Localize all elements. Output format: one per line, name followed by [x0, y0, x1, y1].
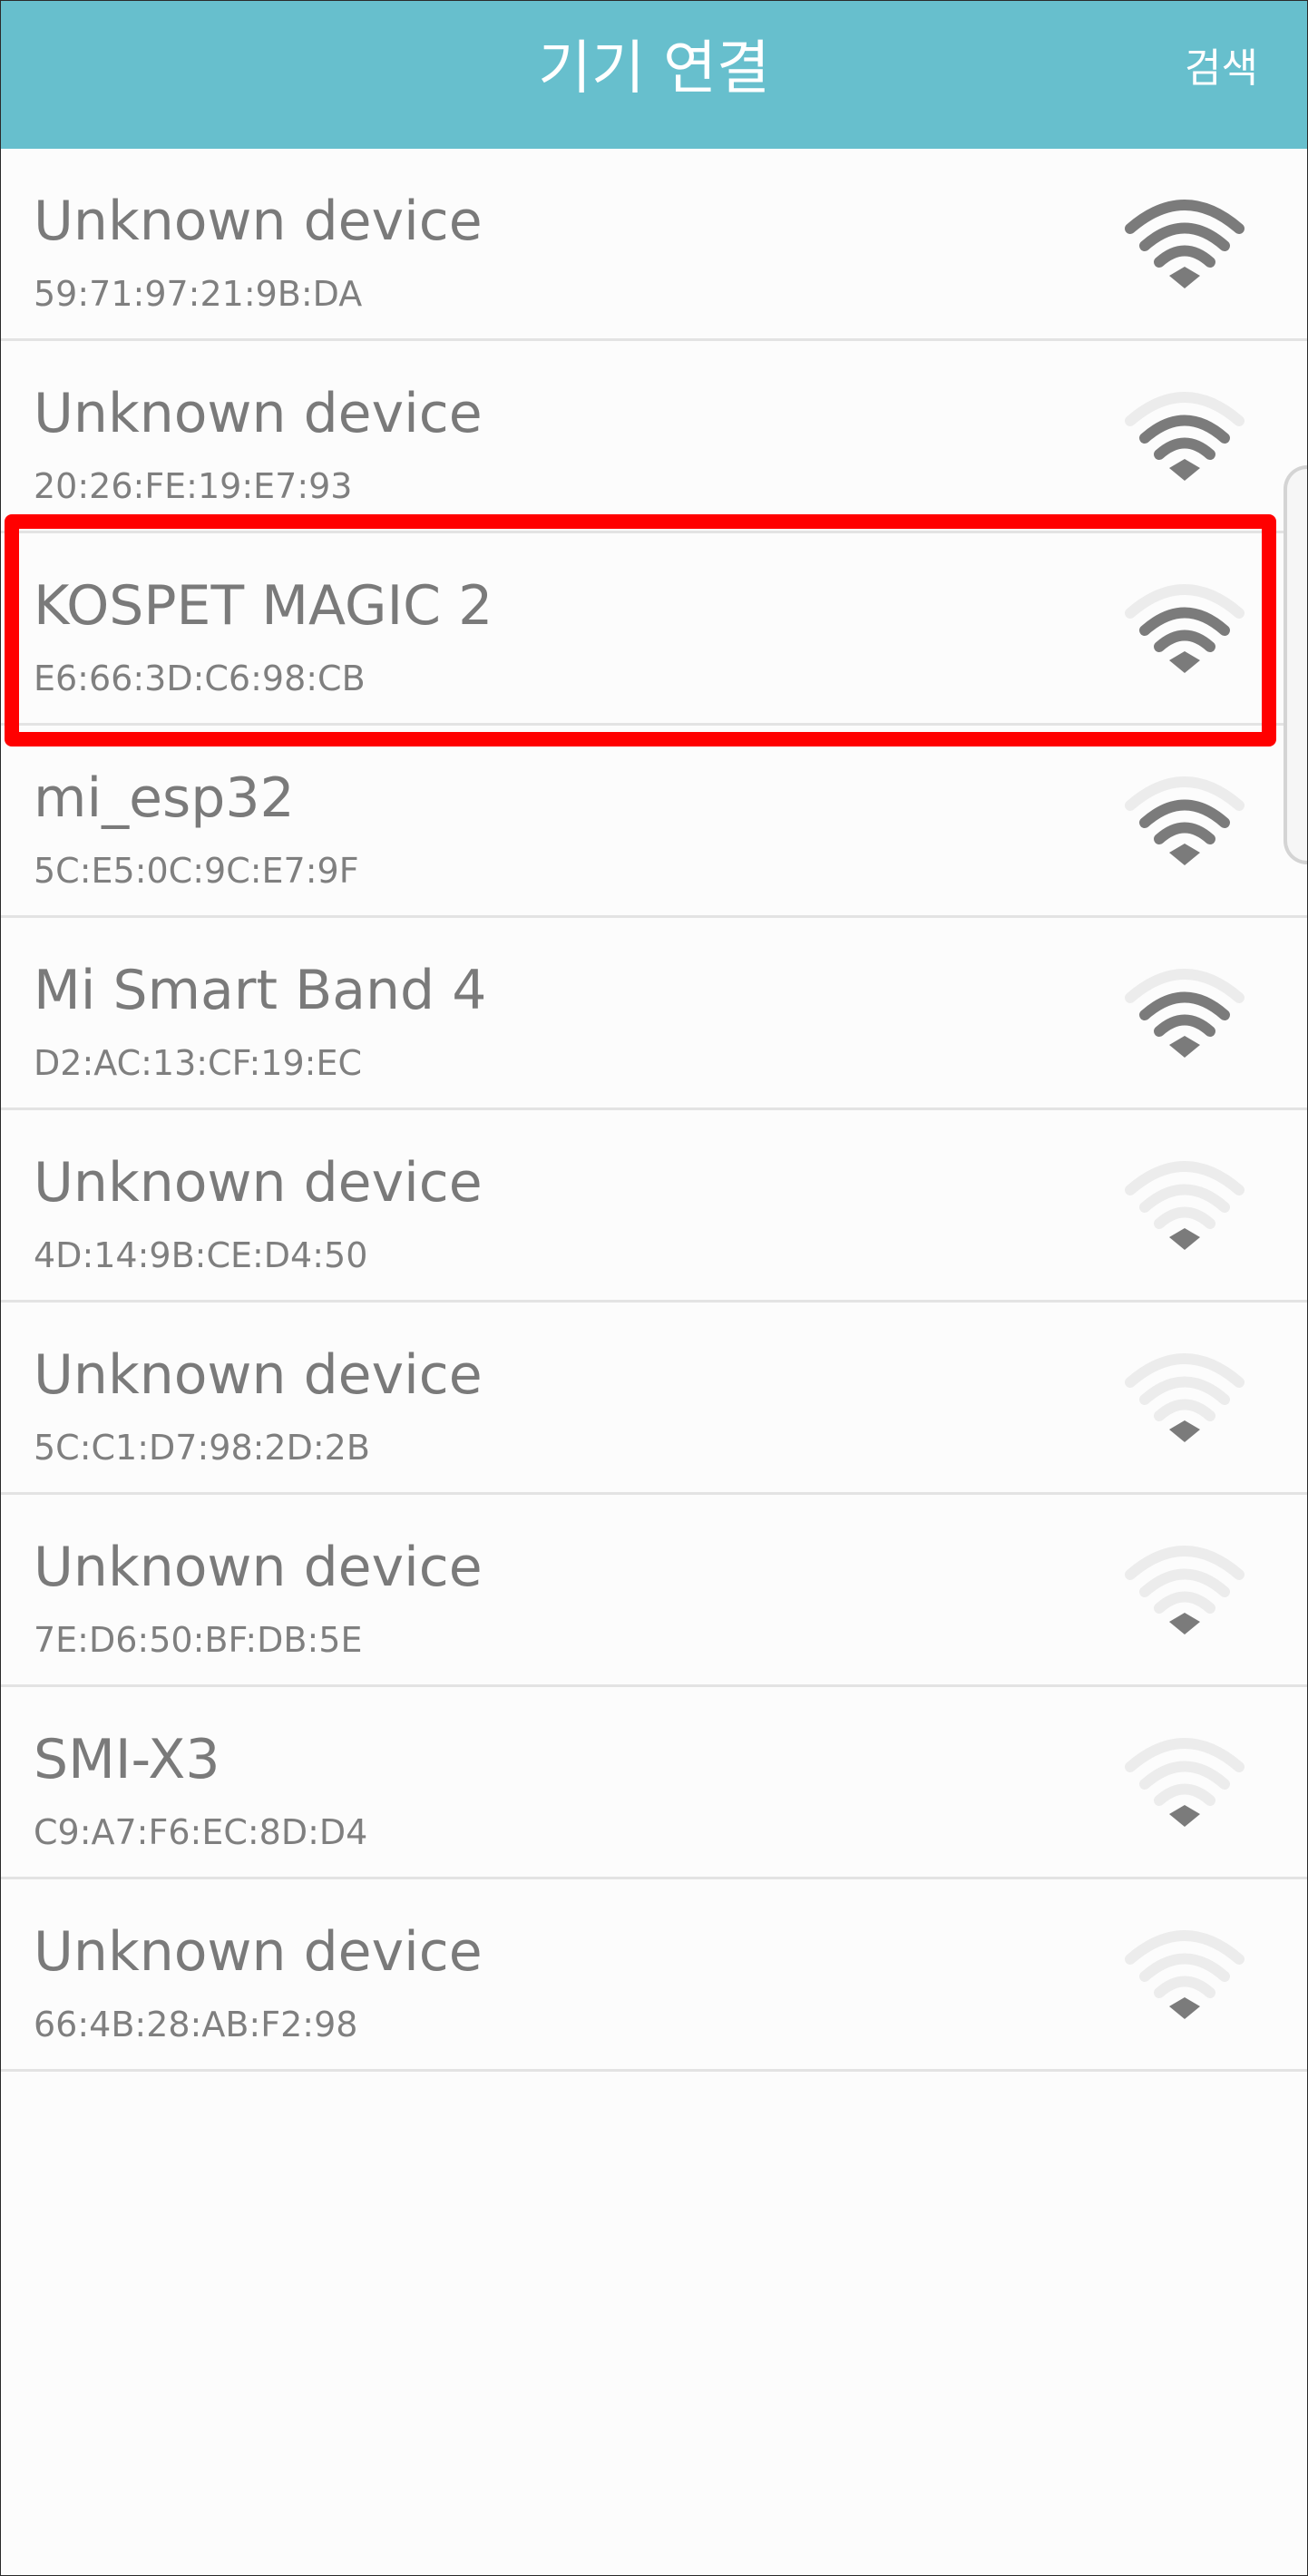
wifi-signal-icon [1117, 573, 1253, 682]
device-mac-address: 5C:E5:0C:9C:E7:9F [34, 851, 359, 891]
search-button[interactable]: 검색 [1185, 1, 1258, 149]
device-name: Unknown device [34, 190, 483, 253]
device-list-item[interactable]: Unknown device 5C:C1:D7:98:2D:2B [1, 1303, 1307, 1495]
device-name: Mi Smart Band 4 [34, 959, 487, 1022]
device-name: Unknown device [34, 1343, 483, 1407]
edge-panel-handle[interactable] [1284, 465, 1307, 864]
device-mac-address: D2:AC:13:CF:19:EC [34, 1043, 363, 1083]
device-list-item[interactable]: Unknown device 66:4B:28:AB:F2:98 [1, 1879, 1307, 2072]
device-mac-address: C9:A7:F6:EC:8D:D4 [34, 1812, 368, 1852]
device-name: mi_esp32 [34, 766, 295, 830]
device-name: SMI-X3 [34, 1728, 220, 1791]
device-mac-address: 66:4B:28:AB:F2:98 [34, 2005, 358, 2044]
wifi-signal-icon [1117, 1727, 1253, 1836]
device-list: Unknown device 59:71:97:21:9B:DA Unknown… [1, 149, 1307, 2072]
device-mac-address: 59:71:97:21:9B:DA [34, 274, 363, 314]
wifi-signal-icon [1117, 958, 1253, 1067]
device-list-item[interactable]: Unknown device 59:71:97:21:9B:DA [1, 149, 1307, 341]
device-name: Unknown device [34, 1920, 483, 1984]
wifi-signal-icon [1117, 1535, 1253, 1644]
device-mac-address: 7E:D6:50:BF:DB:5E [34, 1620, 363, 1660]
device-name: Unknown device [34, 1151, 483, 1215]
device-mac-address: 5C:C1:D7:98:2D:2B [34, 1428, 370, 1468]
device-name: KOSPET MAGIC 2 [34, 574, 493, 638]
device-list-item[interactable]: mi_esp32 5C:E5:0C:9C:E7:9F [1, 726, 1307, 918]
wifi-signal-icon [1117, 1919, 1253, 2028]
wifi-signal-icon [1117, 189, 1253, 298]
wifi-signal-icon [1117, 381, 1253, 490]
device-list-item[interactable]: Unknown device 7E:D6:50:BF:DB:5E [1, 1495, 1307, 1687]
page-title: 기기 연결 [538, 35, 770, 102]
wifi-signal-icon [1117, 1150, 1253, 1259]
app-bar: 기기 연결 검색 [1, 1, 1307, 149]
device-list-item[interactable]: KOSPET MAGIC 2 E6:66:3D:C6:98:CB [1, 533, 1307, 726]
device-list-item[interactable]: SMI-X3 C9:A7:F6:EC:8D:D4 [1, 1687, 1307, 1879]
device-name: Unknown device [34, 1536, 483, 1599]
wifi-signal-icon [1117, 1342, 1253, 1451]
device-list-item[interactable]: Mi Smart Band 4 D2:AC:13:CF:19:EC [1, 918, 1307, 1110]
device-list-item[interactable]: Unknown device 20:26:FE:19:E7:93 [1, 341, 1307, 533]
device-name: Unknown device [34, 382, 483, 445]
wifi-signal-icon [1117, 766, 1253, 874]
device-mac-address: 4D:14:9B:CE:D4:50 [34, 1235, 368, 1275]
device-mac-address: E6:66:3D:C6:98:CB [34, 659, 366, 698]
app-screen: 기기 연결 검색 Unknown device 59:71:97:21:9B:D… [0, 0, 1308, 2576]
device-list-item[interactable]: Unknown device 4D:14:9B:CE:D4:50 [1, 1110, 1307, 1303]
device-mac-address: 20:26:FE:19:E7:93 [34, 466, 353, 506]
